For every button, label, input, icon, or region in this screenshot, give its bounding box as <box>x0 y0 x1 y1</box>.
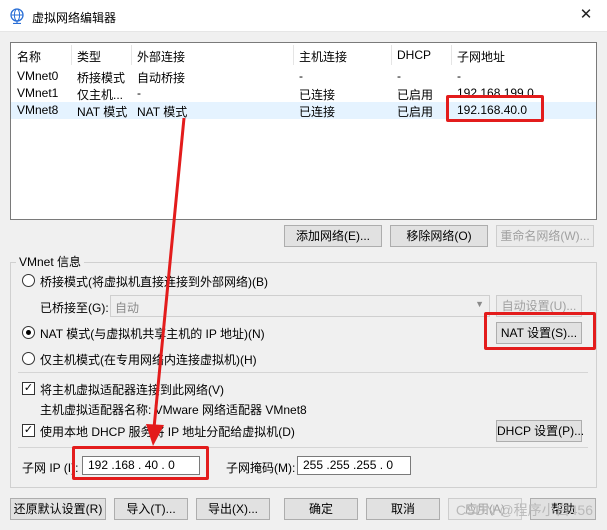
restore-defaults-button[interactable]: 还原默认设置(R) <box>10 498 106 520</box>
vmnet-info-label: VMnet 信息 <box>16 253 85 270</box>
cell-host: 已连接 <box>299 88 336 102</box>
cancel-button[interactable]: 取消 <box>366 498 440 520</box>
nat-mode-label[interactable]: NAT 模式(与虚拟机共享主机的 IP 地址)(N) <box>40 325 265 342</box>
cell-subnet: - <box>457 69 461 83</box>
header-dhcp[interactable]: DHCP <box>397 48 431 62</box>
divider <box>18 372 588 373</box>
cell-subnet: 192.168.199.0 <box>457 86 534 100</box>
cell-dhcp: - <box>397 69 401 83</box>
import-button[interactable]: 导入(T)... <box>114 498 188 520</box>
use-dhcp-label[interactable]: 使用本地 DHCP 服务将 IP 地址分配给虚拟机(D) <box>40 423 295 440</box>
nat-mode-radio[interactable] <box>22 326 35 339</box>
cell-external: NAT 模式 <box>137 105 188 119</box>
header-host-connection[interactable]: 主机连接 <box>299 48 347 65</box>
close-icon: ✕ <box>579 6 593 23</box>
cell-subnet: 192.168.40.0 <box>457 103 528 117</box>
cell-name: VMnet0 <box>17 69 59 83</box>
table-header: 名称 类型 外部连接 主机连接 DHCP 子网地址 <box>11 45 596 65</box>
rename-network-button[interactable]: 重命名网络(W)... <box>496 225 594 247</box>
cell-external: - <box>137 86 141 100</box>
connect-adapter-label[interactable]: 将主机虚拟适配器连接到此网络(V) <box>40 381 224 398</box>
cell-dhcp: 已启用 <box>397 105 434 119</box>
cell-name: VMnet1 <box>17 86 59 100</box>
bridge-mode-label[interactable]: 桥接模式(将虚拟机直接连接到外部网络)(B) <box>40 273 268 290</box>
cell-type: NAT 模式 <box>77 105 128 119</box>
header-name[interactable]: 名称 <box>17 48 41 65</box>
chevron-down-icon: ▼ <box>475 299 484 309</box>
cell-external: 自动桥接 <box>137 71 186 85</box>
host-only-radio[interactable] <box>22 352 35 365</box>
subnet-ip-input[interactable]: 192 .168 . 40 . 0 <box>82 456 200 475</box>
header-type[interactable]: 类型 <box>77 48 101 65</box>
export-button[interactable]: 导出(X)... <box>196 498 270 520</box>
bridged-to-value: 自动 <box>115 301 140 315</box>
use-dhcp-checkbox[interactable]: ✓ <box>22 424 35 437</box>
connect-adapter-checkbox[interactable]: ✓ <box>22 382 35 395</box>
nat-settings-button[interactable]: NAT 设置(S)... <box>496 322 582 344</box>
dhcp-settings-button[interactable]: DHCP 设置(P)... <box>496 420 584 442</box>
bridge-mode-radio[interactable] <box>22 274 35 287</box>
bridged-to-select[interactable]: 自动 ▼ <box>110 295 490 317</box>
cell-type: 仅主机... <box>77 88 124 102</box>
table-row[interactable]: VMnet1 仅主机... - 已连接 已启用 192.168.199.0 <box>11 85 596 102</box>
network-globe-icon <box>10 8 24 24</box>
subnet-ip-label: 子网 IP (I): <box>22 461 79 475</box>
remove-network-button[interactable]: 移除网络(O) <box>390 225 488 247</box>
divider <box>18 447 588 448</box>
adapter-name-text: 主机虚拟适配器名称: VMware 网络适配器 VMnet8 <box>40 403 307 417</box>
apply-button[interactable]: 应用(A) <box>448 498 522 520</box>
cell-host: - <box>299 69 303 83</box>
cell-dhcp: 已启用 <box>397 88 434 102</box>
subnet-mask-input[interactable]: 255 .255 .255 . 0 <box>297 456 411 475</box>
auto-settings-button[interactable]: 自动设置(U)... <box>496 295 582 317</box>
subnet-mask-label: 子网掩码(M): <box>226 461 296 475</box>
network-table[interactable]: 名称 类型 外部连接 主机连接 DHCP 子网地址 VMnet0 桥接模式 自动… <box>10 42 597 220</box>
cell-host: 已连接 <box>299 105 336 119</box>
table-row-selected[interactable]: VMnet8 NAT 模式 NAT 模式 已连接 已启用 192.168.40.… <box>11 102 596 119</box>
title-bar: 虚拟网络编辑器 ✕ <box>0 0 607 32</box>
cell-name: VMnet8 <box>17 103 59 117</box>
header-subnet[interactable]: 子网地址 <box>457 48 505 65</box>
ok-button[interactable]: 确定 <box>284 498 358 520</box>
table-row[interactable]: VMnet0 桥接模式 自动桥接 - - - <box>11 68 596 85</box>
host-only-label[interactable]: 仅主机模式(在专用网络内连接虚拟机)(H) <box>40 351 257 368</box>
window-title: 虚拟网络编辑器 <box>32 11 117 25</box>
bridged-to-label: 已桥接至(G): <box>40 301 109 315</box>
add-network-button[interactable]: 添加网络(E)... <box>284 225 382 247</box>
help-button[interactable]: 帮助 <box>530 498 596 520</box>
cell-type: 桥接模式 <box>77 71 126 85</box>
close-button[interactable]: ✕ <box>575 4 597 26</box>
header-external[interactable]: 外部连接 <box>137 48 185 65</box>
